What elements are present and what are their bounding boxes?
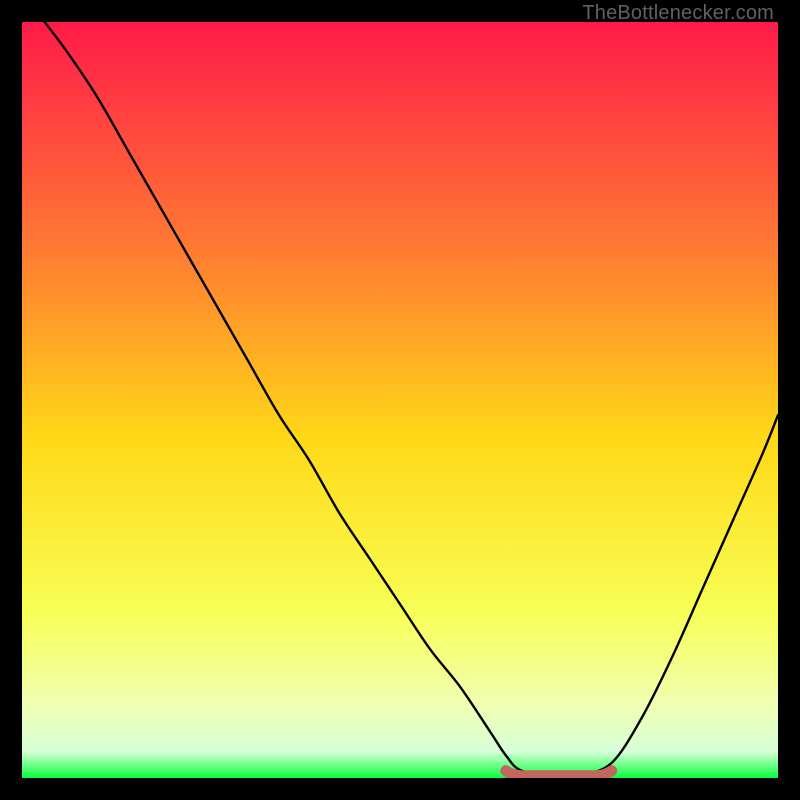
gradient-background (22, 22, 778, 778)
chart-frame (22, 22, 778, 778)
valley-marker (506, 771, 612, 776)
bottleneck-chart (22, 22, 778, 778)
